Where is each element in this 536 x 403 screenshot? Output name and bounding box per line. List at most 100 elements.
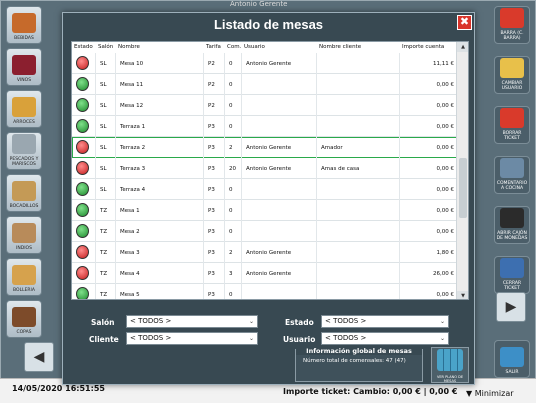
- cell-usuario: Antonio Gerente: [246, 166, 292, 172]
- category-image-icon: [12, 134, 36, 154]
- category-image-icon: [12, 97, 36, 117]
- cell-nombre: Mesa 1: [120, 208, 140, 214]
- table-row[interactable]: SL Mesa 12 P2 0 0,00 €: [72, 95, 457, 116]
- action-tile[interactable]: CERRAR TICKET: [494, 256, 530, 294]
- column-header[interactable]: Estado: [74, 44, 93, 50]
- scroll-left-button[interactable]: ◀: [24, 342, 54, 372]
- table-row[interactable]: TZ Mesa 4 P3 3 Antonio Gerente 26,00 €: [72, 263, 457, 284]
- cell-nombre: Terraza 2: [120, 145, 146, 151]
- column-header[interactable]: Usuario: [244, 44, 265, 50]
- free-status-icon: [76, 182, 89, 196]
- table-row[interactable]: SL Terraza 1 P3 0 0,00 €: [72, 116, 457, 137]
- category-tile[interactable]: ARROCES: [6, 90, 42, 128]
- table-header: Estado Salón Nombre Tarifa Com. Usuario Nombre…: [72, 42, 457, 53]
- category-tile[interactable]: INDIOS: [6, 216, 42, 254]
- cell-salon: SL: [100, 61, 107, 67]
- column-header[interactable]: Nombre: [118, 44, 140, 50]
- column-header[interactable]: Nombre cliente: [319, 44, 361, 50]
- column-header[interactable]: Com.: [227, 44, 241, 50]
- cell-usuario: Antonio Gerente: [246, 145, 292, 151]
- cell-tarifa: P3: [208, 166, 215, 172]
- action-tile[interactable]: SALIR: [494, 340, 530, 378]
- scroll-right-button[interactable]: ▶: [496, 292, 526, 322]
- table-row[interactable]: TZ Mesa 3 P3 2 Antonio Gerente 1,80 €: [72, 242, 457, 263]
- action-tile[interactable]: COMENTARIO A COCINA: [494, 156, 530, 194]
- cliente-select[interactable]: < TODOS > ⌄: [126, 332, 258, 345]
- cell-importe: 11,11 €: [433, 61, 454, 67]
- category-tile[interactable]: VINOS: [6, 48, 42, 86]
- cell-usuario: Antonio Gerente: [246, 61, 292, 67]
- cell-nombre: Mesa 11: [120, 82, 144, 88]
- salon-label: Salón: [91, 318, 115, 327]
- action-tile[interactable]: BORRAR TICKET: [494, 106, 530, 144]
- cell-salon: SL: [100, 166, 107, 172]
- table-row[interactable]: SL Terraza 2 P3 2 Antonio Gerente Amador 0,00 …: [72, 137, 457, 158]
- category-tile[interactable]: BOCADILLOS: [6, 174, 42, 212]
- minimize-button[interactable]: ▼ Minimizar: [466, 389, 514, 398]
- table-row[interactable]: SL Mesa 11 P2 0 0,00 €: [72, 74, 457, 95]
- cell-importe: 0,00 €: [436, 208, 455, 214]
- column-header[interactable]: Tarifa: [206, 44, 221, 50]
- table-row[interactable]: SL Terraza 3 P3 20 Antonio Gerente Amas de ca…: [72, 158, 457, 179]
- global-info-title: Información global de mesas: [296, 347, 422, 355]
- occupied-status-icon: [76, 56, 89, 70]
- scroll-down-arrow-icon[interactable]: ▼: [457, 291, 468, 299]
- table-row[interactable]: TZ Mesa 2 P3 0 0,00 €: [72, 221, 457, 242]
- action-label: BORRAR TICKET: [502, 131, 522, 141]
- cell-salon: SL: [100, 82, 107, 88]
- table-row[interactable]: TZ Mesa 1 P3 0 0,00 €: [72, 200, 457, 221]
- filters-panel: Salón < TODOS > ⌄ Cliente < TODOS > ⌄ Es…: [71, 300, 469, 348]
- free-status-icon: [76, 98, 89, 112]
- cell-nombre: Mesa 2: [120, 229, 140, 235]
- cell-tarifa: P3: [208, 229, 215, 235]
- cell-importe: 0,00 €: [436, 145, 455, 151]
- estado-select-value: < TODOS >: [325, 317, 367, 325]
- usuario-select-value: < TODOS >: [325, 334, 367, 342]
- cell-com: 0: [229, 82, 233, 88]
- category-image-icon: [12, 223, 36, 243]
- chevron-down-icon: ⌄: [439, 318, 445, 325]
- cell-salon: TZ: [100, 271, 108, 277]
- category-tile[interactable]: COPAS: [6, 300, 42, 338]
- category-tile[interactable]: BEBIDAS: [6, 6, 42, 44]
- cell-importe: 0,00 €: [436, 103, 455, 109]
- cell-nombre: Terraza 3: [120, 166, 146, 172]
- action-tile[interactable]: ABRIR CAJÓN DE MONEDAS: [494, 206, 530, 244]
- category-label: BOCADILLOS: [9, 204, 39, 209]
- cell-salon: SL: [100, 103, 107, 109]
- salon-select-value: < TODOS >: [130, 317, 172, 325]
- cell-nombre: Mesa 12: [120, 103, 144, 109]
- action-tile[interactable]: CAMBIAR USUARIO: [494, 56, 530, 94]
- table-scrollbar[interactable]: ▲ ▼: [456, 42, 468, 299]
- cell-importe: 0,00 €: [436, 124, 455, 130]
- salon-select[interactable]: < TODOS > ⌄: [126, 315, 258, 328]
- category-label: COPAS: [16, 330, 32, 335]
- view-floor-plan-label: VER PLANO DE MESAS: [436, 375, 464, 383]
- column-header[interactable]: Importe cuenta: [402, 44, 444, 50]
- cell-nombre: Mesa 3: [120, 250, 140, 256]
- action-image-icon: [500, 58, 524, 78]
- category-tile[interactable]: BOLLERIA: [6, 258, 42, 296]
- usuario-select[interactable]: < TODOS > ⌄: [321, 332, 449, 345]
- free-status-icon: [76, 77, 89, 91]
- action-tile[interactable]: BARRA (C. BARRA): [494, 6, 530, 44]
- estado-label: Estado: [285, 318, 314, 327]
- cell-cliente: Amas de casa: [321, 166, 360, 172]
- category-image-icon: [12, 265, 36, 285]
- scroll-up-arrow-icon[interactable]: ▲: [457, 42, 468, 52]
- table-row[interactable]: TZ Mesa 5 P3 0 0,00 €: [72, 284, 457, 299]
- cell-com: 0: [229, 103, 233, 109]
- column-header[interactable]: Salón: [98, 44, 113, 50]
- cell-com: 3: [229, 271, 233, 277]
- close-button[interactable]: ✖: [457, 15, 472, 30]
- table-row[interactable]: SL Mesa 10 P2 0 Antonio Gerente 11,11 €: [72, 53, 457, 74]
- table-row[interactable]: SL Terraza 4 P3 0 0,00 €: [72, 179, 457, 200]
- category-tile[interactable]: PESCADOS Y MARISCOS: [6, 132, 42, 170]
- action-image-icon: [500, 258, 524, 278]
- estado-select[interactable]: < TODOS > ⌄: [321, 315, 449, 328]
- scroll-thumb[interactable]: [459, 158, 467, 218]
- usuario-label: Usuario: [283, 335, 316, 344]
- category-label: PESCADOS Y MARISCOS: [9, 157, 39, 167]
- cell-tarifa: P3: [208, 208, 215, 214]
- cell-nombre: Mesa 10: [120, 61, 144, 67]
